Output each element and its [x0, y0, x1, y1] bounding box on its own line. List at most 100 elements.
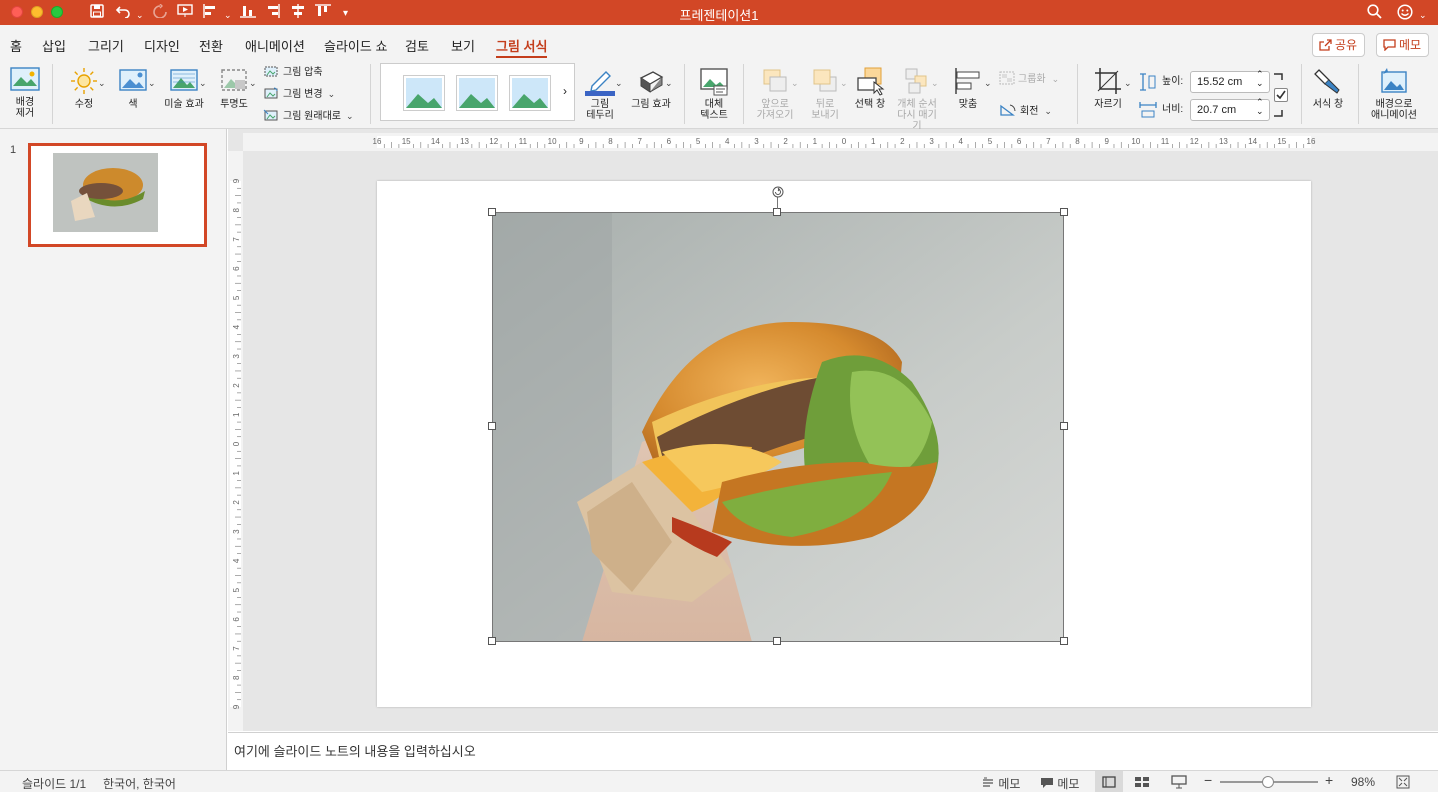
corrections-dropdown-icon[interactable]: ⌄ [98, 76, 106, 90]
zoom-slider-thumb[interactable] [1262, 776, 1274, 788]
picture-effects-dropdown-icon[interactable]: ⌄ [665, 76, 673, 90]
search-icon[interactable] [1367, 4, 1382, 23]
resize-handle-top-right[interactable] [1060, 208, 1068, 216]
ribbon-separator [52, 64, 53, 124]
ruler-tick-label: 9 [232, 704, 241, 709]
change-picture-dropdown-icon[interactable]: ⌄ [328, 89, 336, 99]
bring-forward-button[interactable]: 앞으로 가져오기 [752, 66, 798, 121]
tab-draw[interactable]: 그리기 [88, 36, 124, 55]
tab-picture-format[interactable]: 그림 서식 [496, 36, 548, 58]
picture-border-label: 그림 테두리 [586, 99, 614, 121]
memo-button[interactable]: 메모 [1376, 33, 1430, 57]
picture-effects-icon [639, 71, 664, 93]
zoom-in-button[interactable]: + [1325, 772, 1333, 788]
crop-button[interactable]: 자르기 [1089, 66, 1127, 110]
align-button[interactable]: 맞춤 [947, 66, 989, 110]
align-dropdown-icon[interactable]: ⌄ [984, 76, 992, 90]
reorder-dropdown-icon[interactable]: ⌄ [931, 76, 939, 90]
alt-text-label: 대체 텍스트 [700, 99, 728, 121]
remove-background-button[interactable]: 배경 제거 [6, 66, 44, 119]
reset-picture-dropdown-icon[interactable]: ⌄ [346, 111, 354, 121]
ruler-tick-label: 0 [232, 441, 241, 446]
change-picture-button[interactable]: 그림 변경 ⌄ [263, 87, 335, 102]
reset-picture-button[interactable]: 그림 원래대로 ⌄ [263, 109, 354, 124]
zoom-level[interactable]: 98% [1351, 775, 1375, 789]
comments-toggle-button[interactable]: 메모 [1040, 775, 1079, 792]
format-pane-button[interactable]: 서식 창 [1308, 66, 1348, 110]
height-stepper[interactable]: ⌃ ⌄ [1256, 70, 1264, 88]
zoom-out-button[interactable]: − [1204, 772, 1212, 788]
ribbon-separator [1077, 64, 1078, 124]
send-backward-button[interactable]: 뒤로 보내기 [804, 66, 846, 121]
picture-border-button[interactable]: 그림 테두리 [579, 66, 621, 121]
gallery-more-icon[interactable]: › [563, 84, 567, 98]
color-dropdown-icon[interactable]: ⌄ [148, 76, 156, 90]
remove-background-icon [10, 67, 40, 91]
vertical-ruler: 9 8 7 6 5 4 3 2 1 0 1 2 3 4 5 6 7 8 9 [228, 151, 243, 731]
notes-field[interactable]: 여기에 슬라이드 노트의 내용을 입력하십시오 [228, 732, 1438, 770]
rotate-handle-icon[interactable] [772, 186, 784, 198]
ruler-tick-label: 4 [959, 137, 964, 146]
selection-pane-button[interactable]: 선택 창 [852, 66, 888, 110]
transparency-icon [221, 69, 247, 91]
checkmark-icon [1276, 90, 1286, 100]
tab-view[interactable]: 보기 [451, 36, 475, 55]
ruler-tick-label: 7 [232, 646, 241, 651]
tab-review[interactable]: 검토 [405, 36, 429, 55]
crop-dropdown-icon[interactable]: ⌄ [1124, 76, 1132, 90]
resize-handle-right[interactable] [1060, 422, 1068, 430]
resize-handle-left[interactable] [488, 422, 496, 430]
picture-style-option-1[interactable] [404, 76, 444, 110]
rotate-dropdown-icon[interactable]: ⌄ [1044, 106, 1052, 116]
language-status[interactable]: 한국어, 한국어 [103, 775, 176, 792]
picture-styles-gallery[interactable]: › [380, 63, 575, 121]
resize-handle-top-left[interactable] [488, 208, 496, 216]
resize-handle-bottom[interactable] [773, 637, 781, 645]
ruler-tick-label: 8 [1075, 137, 1080, 146]
ruler-tick-label: 15 [1277, 137, 1286, 146]
ruler-tick-label: 3 [754, 137, 759, 146]
feedback-dropdown-icon[interactable]: ⌄ [1419, 7, 1427, 23]
alt-text-button[interactable]: 대체 텍스트 [694, 66, 734, 121]
send-backward-dropdown-icon[interactable]: ⌄ [840, 76, 848, 90]
compress-pictures-button[interactable]: 그림 압축 [263, 65, 323, 80]
fit-to-window-icon[interactable] [1396, 775, 1410, 789]
notes-toggle-button[interactable]: 메모 [981, 775, 1020, 792]
bring-forward-label: 앞으로 가져오기 [756, 99, 794, 121]
comment-icon [1041, 778, 1053, 788]
animate-as-background-button[interactable]: 배경으로 애니메이션 [1368, 66, 1420, 121]
resize-handle-bottom-right[interactable] [1060, 637, 1068, 645]
width-stepper[interactable]: ⌃ ⌄ [1256, 98, 1264, 116]
zoom-slider[interactable] [1220, 776, 1318, 788]
normal-view-button[interactable] [1095, 771, 1123, 792]
group-button[interactable]: 그룹화 ⌄ [999, 71, 1059, 87]
tab-home[interactable]: 홈 [10, 36, 22, 55]
picture-border-dropdown-icon[interactable]: ⌄ [615, 76, 623, 90]
tab-transitions[interactable]: 전환 [199, 36, 223, 55]
resize-handle-bottom-left[interactable] [488, 637, 496, 645]
tab-animations[interactable]: 애니메이션 [245, 36, 305, 55]
tab-slide-show[interactable]: 슬라이드 쇼 [324, 36, 387, 55]
group-dropdown-icon[interactable]: ⌄ [1052, 74, 1060, 84]
picture-style-option-2[interactable] [457, 76, 497, 110]
lock-aspect-ratio-checkbox[interactable] [1274, 88, 1288, 102]
rotate-button[interactable]: 회전 ⌄ [999, 103, 1052, 119]
rotate-label: 회전 [1020, 106, 1039, 117]
share-button[interactable]: 공유 [1312, 33, 1366, 57]
slide-sorter-icon[interactable] [1134, 776, 1150, 788]
artistic-dropdown-icon[interactable]: ⌄ [199, 76, 207, 90]
slide-thumbnail[interactable] [28, 143, 207, 247]
slide-show-view-icon[interactable] [1171, 775, 1187, 789]
bring-forward-dropdown-icon[interactable]: ⌄ [791, 76, 799, 90]
transparency-dropdown-icon[interactable]: ⌄ [249, 76, 257, 90]
resize-handle-top[interactable] [773, 208, 781, 216]
tab-insert[interactable]: 삽입 [42, 36, 66, 55]
tab-design[interactable]: 디자인 [144, 36, 180, 55]
picture-style-option-3[interactable] [510, 76, 550, 110]
remove-background-label: 배경 제거 [15, 97, 35, 119]
burger-thumbnail-image [53, 153, 158, 232]
artistic-effects-label: 미술 효과 [164, 99, 204, 110]
group-label: 그룹화 [1018, 74, 1046, 85]
smiley-feedback-icon[interactable] [1397, 4, 1415, 24]
ribbon-separator [684, 64, 685, 124]
